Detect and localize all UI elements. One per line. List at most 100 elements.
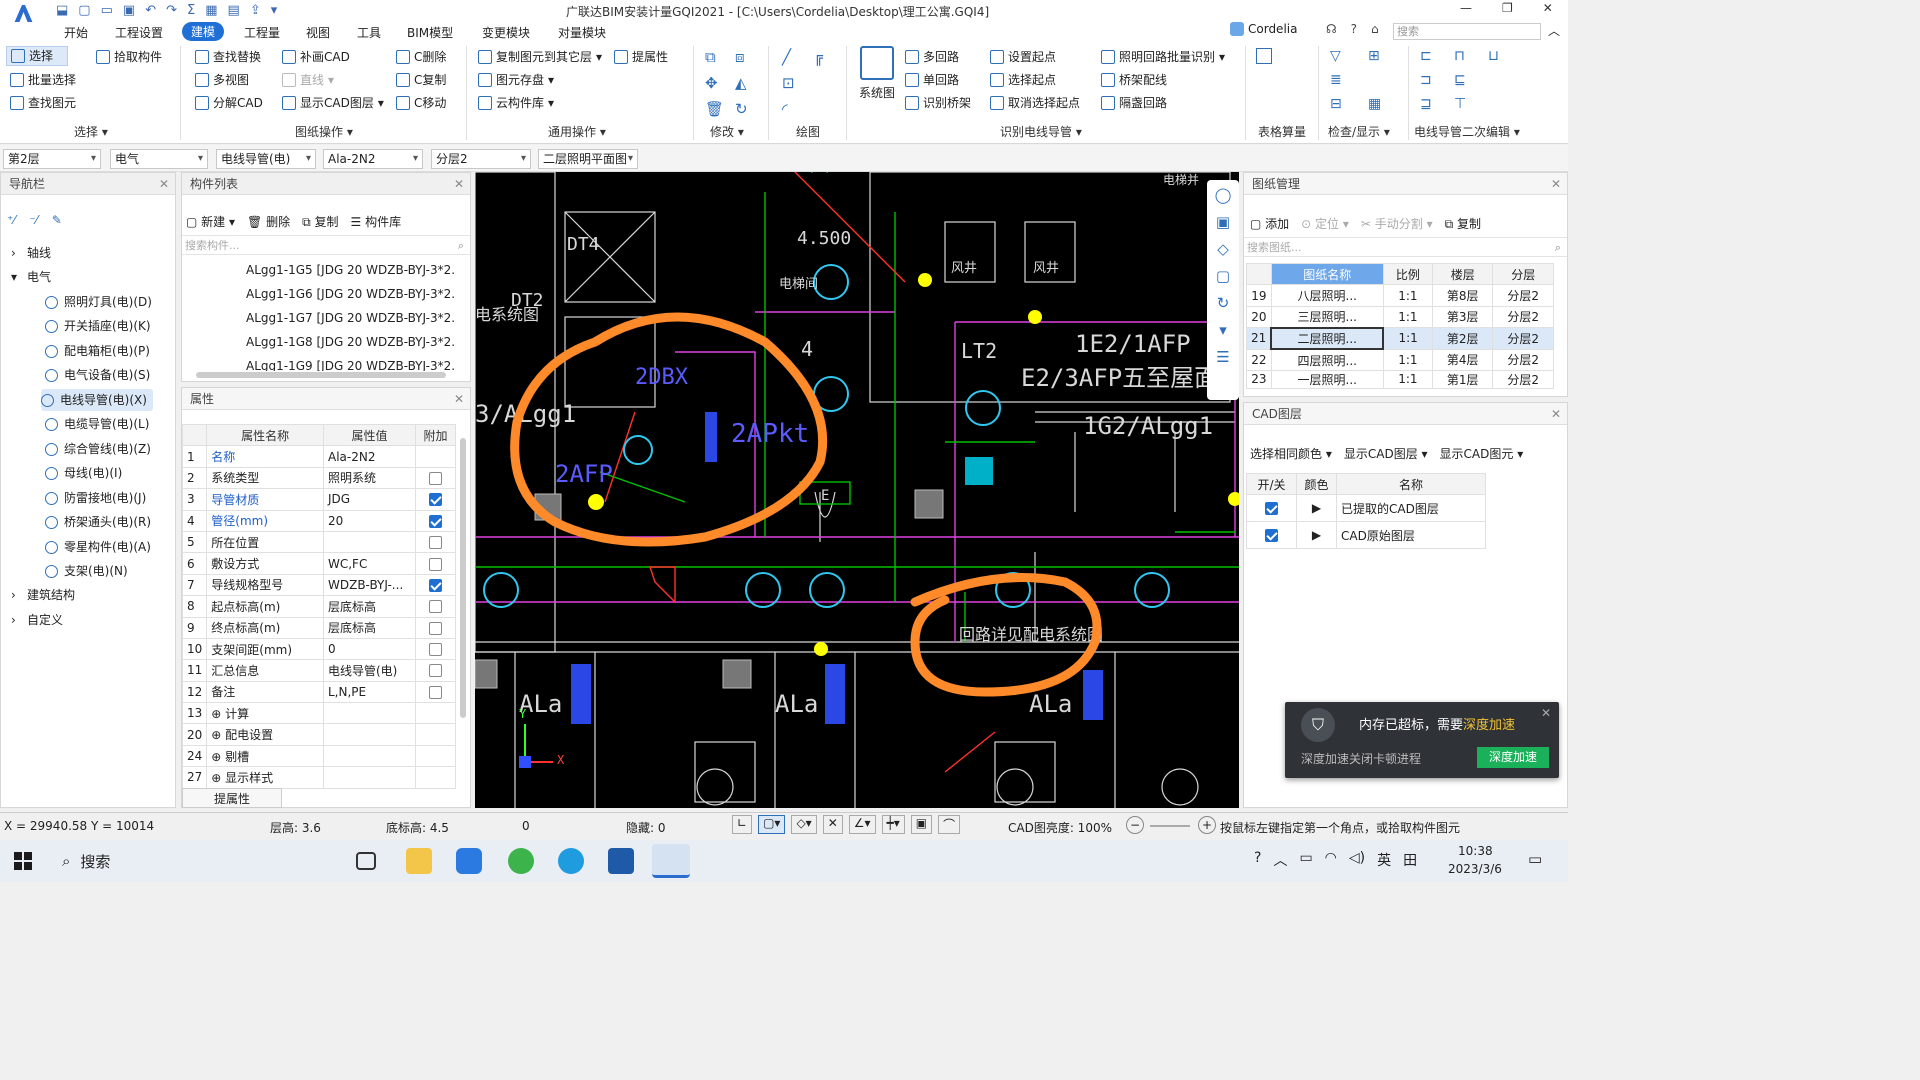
drawing-select[interactable]: 二层照明平面图 xyxy=(538,149,638,169)
drawing-search-input[interactable]: 搜索图纸... ⌕ xyxy=(1244,237,1567,257)
cloud-library-button[interactable]: 云构件库 ▾ xyxy=(478,93,554,113)
multi-view-button[interactable]: 多视图 xyxy=(195,70,249,90)
chevron-right-icon[interactable]: › xyxy=(11,609,21,631)
system-tray[interactable]: ? ︿ ▭ ◠ ◁) 英田 xyxy=(1254,850,1417,870)
dropdown-icon[interactable]: ▾ xyxy=(271,3,278,18)
property-row[interactable]: 10 支架间距(mm) 0 xyxy=(181,637,456,661)
multi-circuit-button[interactable]: 多回路 xyxy=(905,47,959,67)
cad-canvas[interactable]: 4.500 DT4 DT2 电系统图 3/ALgg1 2DBX 2AFP 2AP… xyxy=(475,172,1239,808)
rotate-view-icon[interactable]: ↻ xyxy=(1217,294,1230,312)
disk-icon[interactable]: ▣ xyxy=(123,3,135,18)
nav-item-3[interactable]: 开关插座(电)(K) xyxy=(45,315,151,337)
headset-icon[interactable]: ☊ xyxy=(1326,22,1337,36)
help-icons[interactable]: ☊? ⌂ xyxy=(1326,22,1379,36)
c-move-button[interactable]: C移动 xyxy=(396,93,446,113)
property-row[interactable]: 11 汇总信息 电线导管(电) xyxy=(181,659,456,682)
property-row[interactable]: 1 名称 Ala-2N2 xyxy=(181,445,456,468)
3d-view-icon[interactable]: ▣ xyxy=(1216,213,1230,231)
discipline-select[interactable]: 电气 xyxy=(110,149,208,169)
menu-item-modeling[interactable]: 建模 xyxy=(182,22,225,41)
delete-icon[interactable]: 🗑 xyxy=(705,100,735,118)
property-row[interactable]: 9 终点标高(m) 层底标高 xyxy=(181,616,456,639)
show-cad-layer-dropdown[interactable]: 显示CAD图层 ▾ xyxy=(1344,445,1428,462)
open-icon[interactable]: ▭ xyxy=(101,3,113,18)
view-tools[interactable]: ◯ ▣ ◇ ▢ ↻ ▾ ☰ xyxy=(1207,180,1239,400)
floor-select[interactable]: 第2层 xyxy=(3,149,101,169)
select-button[interactable]: 选择 xyxy=(6,46,69,66)
attach-checkbox[interactable] xyxy=(429,493,442,507)
nav-item-15[interactable]: › 自定义 xyxy=(11,609,63,631)
attach-checkbox[interactable] xyxy=(429,685,442,699)
brightness-slider[interactable] xyxy=(1150,825,1190,827)
edit-icon[interactable]: ✎ xyxy=(52,213,62,227)
property-row[interactable]: 20 ⊕ 配电设置 xyxy=(181,723,456,746)
close-icon[interactable]: ✕ xyxy=(159,173,169,195)
property-row[interactable]: 13 ⊕ 计算 xyxy=(181,702,456,725)
cad-layer-row[interactable]: ▶ 已提取的CAD图层 xyxy=(1246,494,1486,523)
line-tool-icon[interactable]: ╱ xyxy=(782,48,814,66)
table-icon[interactable]: ▤ xyxy=(228,3,240,18)
drawing-row[interactable]: 23 一层照明... 1:1 第1层 分层2 xyxy=(1246,369,1554,389)
property-row[interactable]: 2 系统类型 照明系统 xyxy=(181,466,456,490)
export-icon[interactable]: ⇪ xyxy=(250,3,261,18)
nav-item-0[interactable]: › 轴线 xyxy=(11,242,51,264)
chevron-right-icon[interactable]: › xyxy=(11,584,21,606)
property-row[interactable]: 3 导管材质 JDG xyxy=(181,488,456,511)
restore-icon[interactable]: ❐ xyxy=(1502,1,1513,15)
attach-checkbox[interactable] xyxy=(429,600,442,614)
property-row[interactable]: 4 管径(mm) 20 xyxy=(181,509,456,532)
copy-drawing-button[interactable]: ⧉ 复制 xyxy=(1445,215,1481,232)
explode-cad-button[interactable]: 分解CAD xyxy=(195,93,263,113)
attach-checkbox[interactable] xyxy=(429,536,442,550)
expand-icon[interactable]: ⁺⁄ xyxy=(7,213,15,227)
c-copy-button[interactable]: C复制 xyxy=(396,70,446,90)
orbit-icon[interactable]: ◯ xyxy=(1215,186,1232,204)
file-explorer-icon[interactable] xyxy=(406,848,432,874)
drawing-row[interactable]: 22 四层照明... 1:1 第4层 分层2 xyxy=(1246,348,1554,371)
nav-toolbar[interactable]: ⁺⁄ ⁻⁄ ✎ xyxy=(7,213,62,227)
nav-item-5[interactable]: 电气设备(电)(S) xyxy=(45,364,150,386)
system-graph-button[interactable]: 系统图 xyxy=(856,46,898,101)
find-replace-button[interactable]: 查找替换 xyxy=(195,47,261,67)
new-icon[interactable]: ▢ xyxy=(78,3,90,18)
rotate-icon[interactable]: ↻ xyxy=(735,100,765,118)
close-icon[interactable]: ✕ xyxy=(454,173,464,195)
copy-icon[interactable]: ⧉ xyxy=(705,48,735,66)
edit-tools[interactable]: ⊏ ⊓ ⊔ ⊐ ⊑ ⊒ ⊤ xyxy=(1420,48,1522,112)
layer-icon[interactable]: ≣ xyxy=(1330,72,1368,88)
add-drawing-button[interactable]: ▢ 添加 xyxy=(1250,215,1289,232)
menu-item-project-settings[interactable]: 工程设置 xyxy=(115,24,163,41)
show-cad-element-dropdown[interactable]: 显示CAD图元 ▾ xyxy=(1440,445,1524,462)
arc-icon[interactable]: ◜ xyxy=(782,100,814,118)
quick-access-toolbar[interactable]: ⬓ ▢ ▭ ▣ ↶ ↷ Σ ▦ ▤ ⇪ ▾ xyxy=(56,3,277,18)
table-calc-icon[interactable] xyxy=(1256,48,1272,64)
nav-item-6[interactable]: 电线导管(电)(X) xyxy=(41,389,153,411)
component-item[interactable]: ALgg1-1G7 [JDG 20 WDZB-BYJ-3*2. xyxy=(246,311,462,331)
help-icon[interactable]: ? xyxy=(1351,22,1357,36)
nav-item-2[interactable]: 照明灯具(电)(D) xyxy=(45,291,152,313)
menu-item-quantity[interactable]: 工程量 xyxy=(244,24,280,41)
shirt-icon[interactable]: ⌂ xyxy=(1371,22,1379,36)
cube-snap-icon[interactable]: ◇▾ xyxy=(791,815,817,834)
property-row[interactable]: 7 导线规格型号 WDZB-BYJ-... xyxy=(181,573,456,597)
property-row[interactable]: 5 所在位置 xyxy=(181,530,456,554)
manual-split-button[interactable]: ✂ 手动分割 ▾ xyxy=(1361,215,1433,232)
chevron-up-icon[interactable]: ︿ xyxy=(1273,850,1287,870)
batch-recognize-button[interactable]: 照明回路批量识别 ▾ xyxy=(1101,47,1225,67)
find-element-button[interactable]: 查找图元 xyxy=(10,93,76,113)
cancel-start-button[interactable]: 取消选择起点 xyxy=(990,93,1080,113)
pick-component-button[interactable]: 拾取构件 xyxy=(96,47,162,67)
nav-item-11[interactable]: 桥架通头(电)(R) xyxy=(45,511,151,533)
tray-wiring-button[interactable]: 桥架配线 xyxy=(1101,70,1167,90)
notification-icon[interactable]: ▭ xyxy=(1528,850,1542,868)
check-icon[interactable]: ⊞ xyxy=(1368,48,1406,64)
drawing-row[interactable]: 20 三层照明... 1:1 第3层 分层2 xyxy=(1246,305,1554,329)
menu-item-start[interactable]: 开始 xyxy=(64,24,88,41)
component-select[interactable]: Ala-2N2 xyxy=(323,149,423,169)
nav-item-9[interactable]: 母线(电)(I) xyxy=(45,462,122,484)
point-icon[interactable]: ⊡ xyxy=(782,74,814,92)
windows-start-icon[interactable] xyxy=(14,852,32,870)
chevron-right-icon[interactable]: › xyxy=(11,242,21,264)
cross-icon[interactable]: ✕ xyxy=(822,815,843,834)
component-search-input[interactable]: 搜索构件... ⌕ xyxy=(182,235,470,255)
